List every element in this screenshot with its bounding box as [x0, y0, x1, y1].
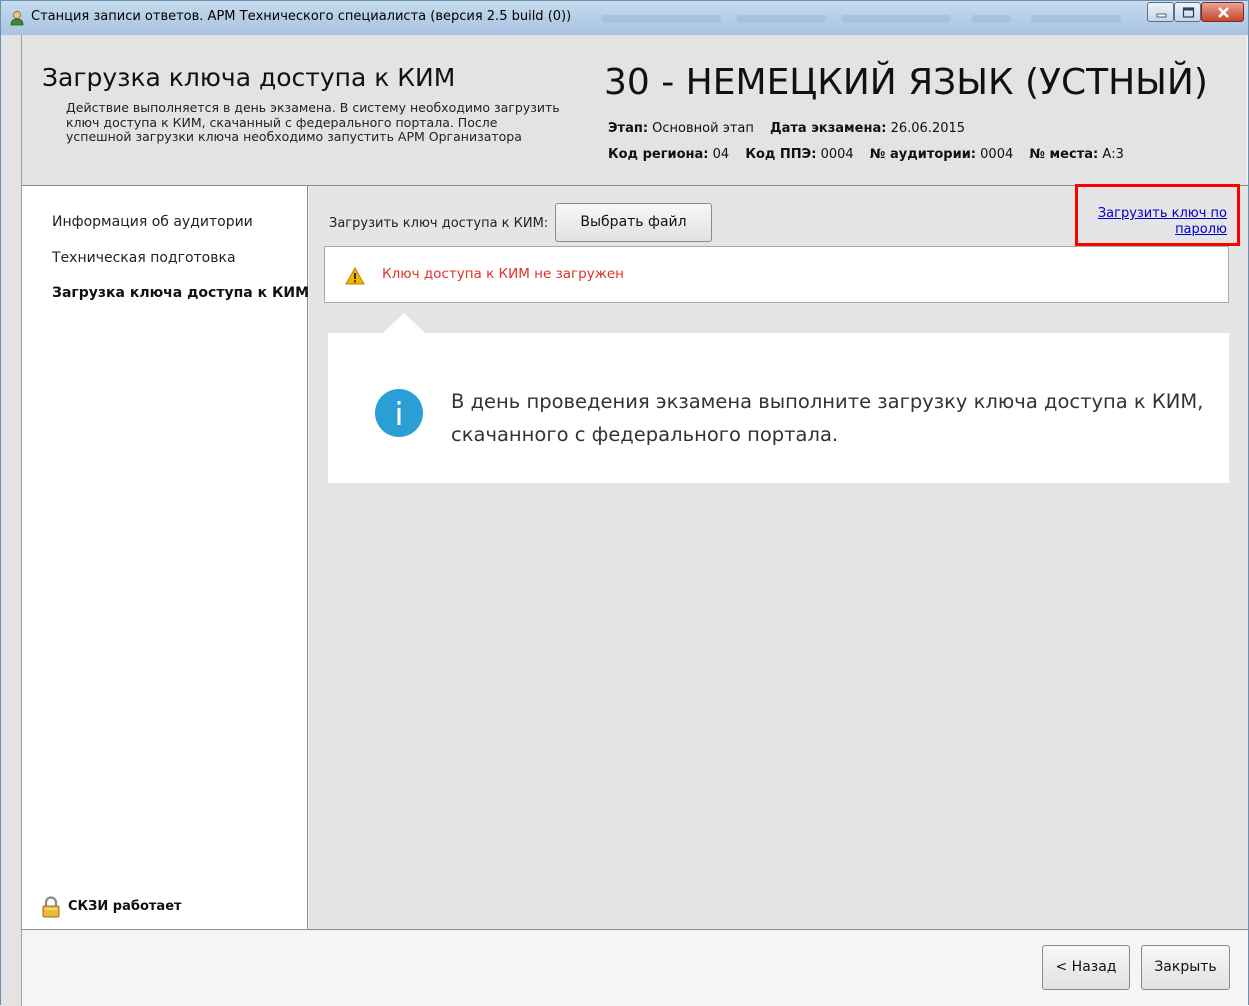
- status-box: Ключ доступа к КИМ не загружен: [324, 246, 1229, 303]
- warning-icon: [345, 267, 365, 285]
- exam-meta-line-1: Этап: Основной этап Дата экзамена: 26.06…: [608, 121, 965, 136]
- ppe-value: 0004: [820, 147, 854, 162]
- info-panel: В день проведения экзамена выполните заг…: [328, 333, 1229, 483]
- close-icon: [1218, 7, 1229, 18]
- app-icon: [10, 11, 24, 26]
- stage-label: Этап:: [608, 121, 649, 136]
- exam-subject: 30 - НЕМЕЦКИЙ ЯЗЫК (УСТНЫЙ): [604, 62, 1208, 103]
- seat-label: № места:: [1029, 147, 1099, 162]
- close-window-button[interactable]: [1201, 2, 1244, 22]
- blurred-title-area: [841, 15, 951, 23]
- password-link-line-1[interactable]: Загрузить ключ по: [1098, 206, 1227, 221]
- page-description: Действие выполняется в день экзамена. В …: [66, 100, 560, 145]
- ppe-label: Код ППЭ:: [745, 147, 817, 162]
- info-pointer: [382, 313, 426, 334]
- minimize-button[interactable]: [1147, 2, 1174, 22]
- region-value: 04: [712, 147, 730, 162]
- header: Загрузка ключа доступа к КИМ Действие вы…: [21, 35, 1246, 185]
- sidebar-item-auditorium-info[interactable]: Информация об аудитории: [52, 214, 253, 230]
- maximize-icon: [1182, 7, 1195, 18]
- date-label: Дата экзамена:: [770, 121, 887, 136]
- load-key-label: Загрузить ключ доступа к КИМ:: [329, 216, 549, 231]
- main-content: Загрузить ключ доступа к КИМ: Выбрать фа…: [309, 184, 1248, 929]
- info-text: В день проведения экзамена выполните заг…: [451, 390, 1204, 446]
- close-button[interactable]: Закрыть: [1141, 945, 1230, 990]
- load-by-password-link[interactable]: Загрузить ключ по паролю: [1077, 206, 1227, 238]
- page-title: Загрузка ключа доступа к КИМ: [42, 63, 456, 92]
- minimize-icon: [1156, 13, 1167, 18]
- window-title: Станция записи ответов. АРМ Технического…: [31, 9, 572, 24]
- date-value: 26.06.2015: [890, 121, 966, 136]
- blurred-title-area: [601, 15, 721, 23]
- blurred-title-area: [736, 15, 826, 23]
- blurred-title-area: [971, 15, 1011, 23]
- password-link-line-2[interactable]: паролю: [1175, 222, 1227, 237]
- sidebar-item-kim-key-loading[interactable]: Загрузка ключа доступа к КИМ: [52, 285, 309, 301]
- skzi-status-label: СКЗИ работает: [68, 899, 182, 914]
- left-frame: [1, 35, 21, 1006]
- stage-value: Основной этап: [652, 121, 754, 136]
- seat-value: А:3: [1102, 147, 1124, 162]
- region-label: Код региона:: [608, 147, 709, 162]
- status-message: Ключ доступа к КИМ не загружен: [382, 266, 624, 282]
- lock-icon: [42, 896, 60, 918]
- choose-file-button[interactable]: Выбрать файл: [555, 203, 712, 242]
- sidebar: Информация об аудитории Техническая подг…: [21, 186, 309, 929]
- blurred-title-area: [1031, 15, 1121, 23]
- exam-meta-line-2: Код региона: 04 Код ППЭ: 0004 № аудитори…: [608, 147, 1124, 162]
- maximize-button[interactable]: [1174, 2, 1201, 22]
- auditorium-label: № аудитории:: [869, 147, 977, 162]
- back-button[interactable]: < Назад: [1042, 945, 1130, 990]
- info-icon: [375, 389, 423, 437]
- sidebar-item-technical-preparation[interactable]: Техническая подготовка: [52, 250, 236, 266]
- auditorium-value: 0004: [980, 147, 1014, 162]
- footer: < Назад Закрыть: [21, 929, 1248, 1006]
- title-bar[interactable]: Станция записи ответов. АРМ Технического…: [1, 1, 1248, 35]
- app-window: Станция записи ответов. АРМ Технического…: [0, 0, 1249, 1006]
